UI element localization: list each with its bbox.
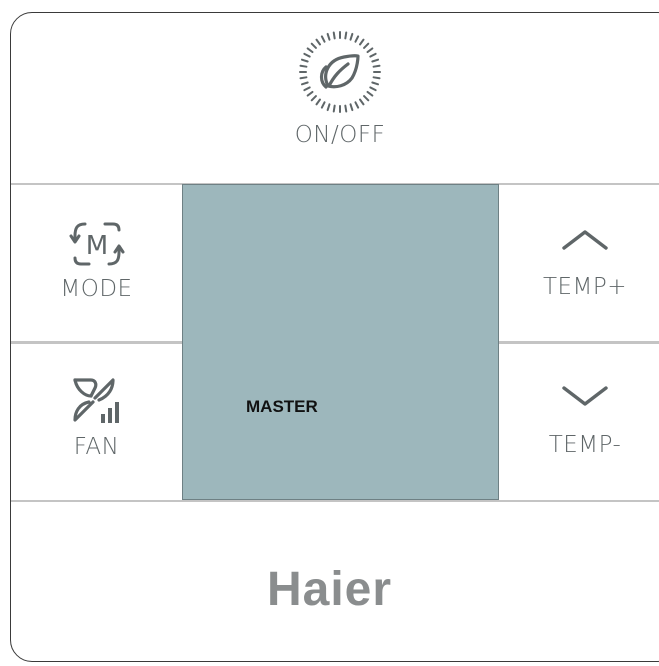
brand-logo: Haier <box>266 563 393 616</box>
temp-up-label: TEMP+ <box>542 274 628 300</box>
temp-down-button[interactable]: TEMP- <box>510 382 659 458</box>
fan-button[interactable]: FAN <box>11 376 182 460</box>
temp-up-button[interactable]: TEMP+ <box>510 224 659 300</box>
divider-middle-right <box>499 341 659 344</box>
mode-m-cycle-icon: M <box>69 222 124 266</box>
mode-button[interactable]: M MODE <box>11 218 182 302</box>
divider-middle-left <box>11 341 182 344</box>
temp-down-label: TEMP- <box>548 432 622 458</box>
svg-text:M: M <box>85 231 107 261</box>
fan-label: FAN <box>73 434 120 460</box>
power-label: ON/OFF <box>294 122 386 148</box>
fan-speed-icon <box>72 378 119 423</box>
eco-leaf-power-icon <box>299 31 381 113</box>
display-status-text: MASTER <box>246 397 318 416</box>
power-button[interactable]: ON/OFF <box>240 30 440 148</box>
mode-label: MODE <box>60 276 133 302</box>
lcd-display: MASTER <box>182 184 499 500</box>
chevron-down-icon <box>562 386 608 406</box>
chevron-up-icon <box>562 230 608 250</box>
divider-bottom <box>11 500 659 502</box>
